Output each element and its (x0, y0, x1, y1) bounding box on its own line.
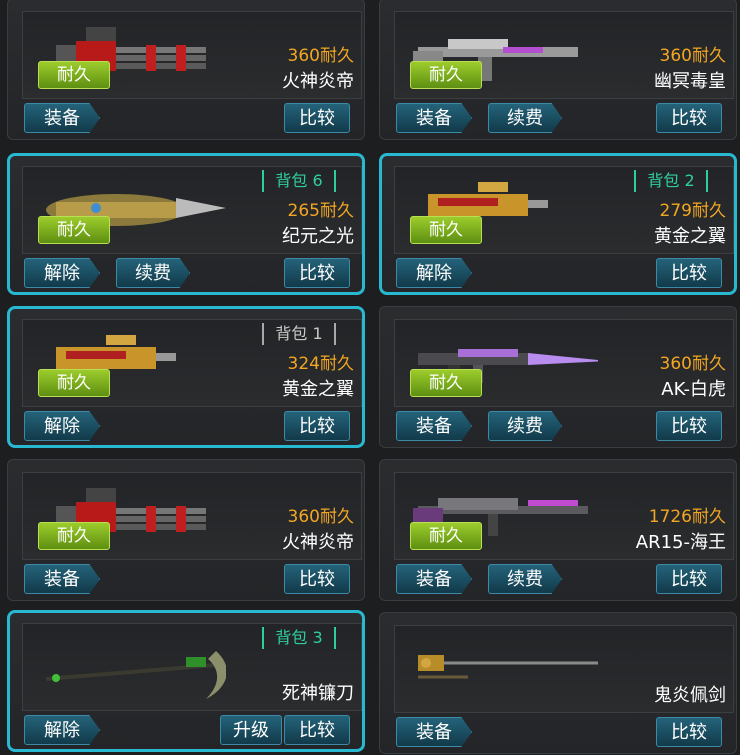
compare-button[interactable]: 比较 (284, 564, 350, 594)
bag-slot-label: 背包 3 (262, 627, 336, 649)
weapon-name: 火神炎帝 (282, 532, 354, 553)
durability-value: 279耐久 (659, 201, 726, 221)
renew-button[interactable]: 续费 (488, 564, 562, 594)
equip-button[interactable]: 装备 (396, 717, 472, 747)
unequip-button[interactable]: 解除 (24, 715, 100, 745)
weapon-card-selected[interactable]: 背包 2 耐久 279耐久 黄金之翼 解除 比较 (379, 153, 737, 295)
bag-slot-label: 背包 2 (634, 170, 708, 192)
weapon-name: AK-白虎 (661, 379, 726, 400)
durability-badge: 耐久 (410, 61, 482, 89)
durability-value: 360耐久 (287, 46, 354, 66)
unequip-button[interactable]: 解除 (24, 411, 100, 441)
weapon-grid: 耐久 360耐久 火神炎帝 装备 比较 耐久 360耐久 幽冥毒皇 装备 续费 … (0, 0, 740, 755)
durability-value: 360耐久 (287, 507, 354, 527)
weapon-name: 幽冥毒皇 (654, 71, 726, 92)
compare-button[interactable]: 比较 (284, 103, 350, 133)
durability-value: 360耐久 (659, 46, 726, 66)
weapon-card[interactable]: 耐久 360耐久 AK-白虎 装备 续费 比较 (379, 306, 737, 448)
compare-button[interactable]: 比较 (656, 103, 722, 133)
compare-button[interactable]: 比较 (656, 564, 722, 594)
weapon-name: 鬼炎佩剑 (654, 685, 726, 706)
durability-badge: 耐久 (410, 216, 482, 244)
weapon-card-selected[interactable]: 背包 6 耐久 265耐久 纪元之光 解除 续费 比较 (7, 153, 365, 295)
scythe-green-weapon (45, 651, 226, 699)
renew-button[interactable]: 续费 (488, 411, 562, 441)
durability-badge: 耐久 (38, 522, 110, 550)
weapon-card-selected[interactable]: 背包 3 死神镰刀 解除 升级 比较 (7, 610, 365, 752)
weapon-name: 黄金之翼 (654, 226, 726, 247)
equip-button[interactable]: 装备 (396, 103, 472, 133)
durability-badge: 耐久 (410, 522, 482, 550)
durability-value: 360耐久 (659, 354, 726, 374)
unequip-button[interactable]: 解除 (24, 258, 100, 288)
weapon-name: AR15-海王 (635, 532, 726, 553)
durability-badge: 耐久 (38, 216, 110, 244)
unequip-button[interactable]: 解除 (396, 258, 472, 288)
durability-badge: 耐久 (410, 369, 482, 397)
upgrade-button[interactable]: 升级 (220, 715, 282, 745)
equip-button[interactable]: 装备 (396, 411, 472, 441)
rapier-gold-weapon (418, 655, 598, 679)
weapon-name: 死神镰刀 (282, 683, 354, 704)
weapon-card[interactable]: 耐久 360耐久 幽冥毒皇 装备 续费 比较 (379, 0, 737, 140)
weapon-name: 纪元之光 (282, 226, 354, 247)
compare-button[interactable]: 比较 (284, 411, 350, 441)
compare-button[interactable]: 比较 (284, 715, 350, 745)
weapon-card-selected[interactable]: 背包 1 耐久 324耐久 黄金之翼 解除 比较 (7, 306, 365, 448)
weapon-card[interactable]: 耐久 360耐久 火神炎帝 装备 比较 (7, 459, 365, 601)
equip-button[interactable]: 装备 (396, 564, 472, 594)
weapon-name: 火神炎帝 (282, 71, 354, 92)
weapon-name: 黄金之翼 (282, 379, 354, 400)
durability-value: 265耐久 (287, 201, 354, 221)
durability-value: 324耐久 (287, 354, 354, 374)
compare-button[interactable]: 比较 (656, 717, 722, 747)
bag-slot-label: 背包 1 (262, 323, 336, 345)
durability-badge: 耐久 (38, 369, 110, 397)
weapon-card[interactable]: 耐久 360耐久 火神炎帝 装备 比较 (7, 0, 365, 140)
renew-button[interactable]: 续费 (116, 258, 190, 288)
durability-value: 1726耐久 (648, 507, 726, 527)
durability-badge: 耐久 (38, 61, 110, 89)
renew-button[interactable]: 续费 (488, 103, 562, 133)
bag-slot-label: 背包 6 (262, 170, 336, 192)
weapon-card[interactable]: 耐久 1726耐久 AR15-海王 装备 续费 比较 (379, 459, 737, 601)
weapon-card[interactable]: 鬼炎佩剑 装备 比较 (379, 612, 737, 754)
equip-button[interactable]: 装备 (24, 564, 100, 594)
equip-button[interactable]: 装备 (24, 103, 100, 133)
compare-button[interactable]: 比较 (656, 411, 722, 441)
compare-button[interactable]: 比较 (656, 258, 722, 288)
compare-button[interactable]: 比较 (284, 258, 350, 288)
